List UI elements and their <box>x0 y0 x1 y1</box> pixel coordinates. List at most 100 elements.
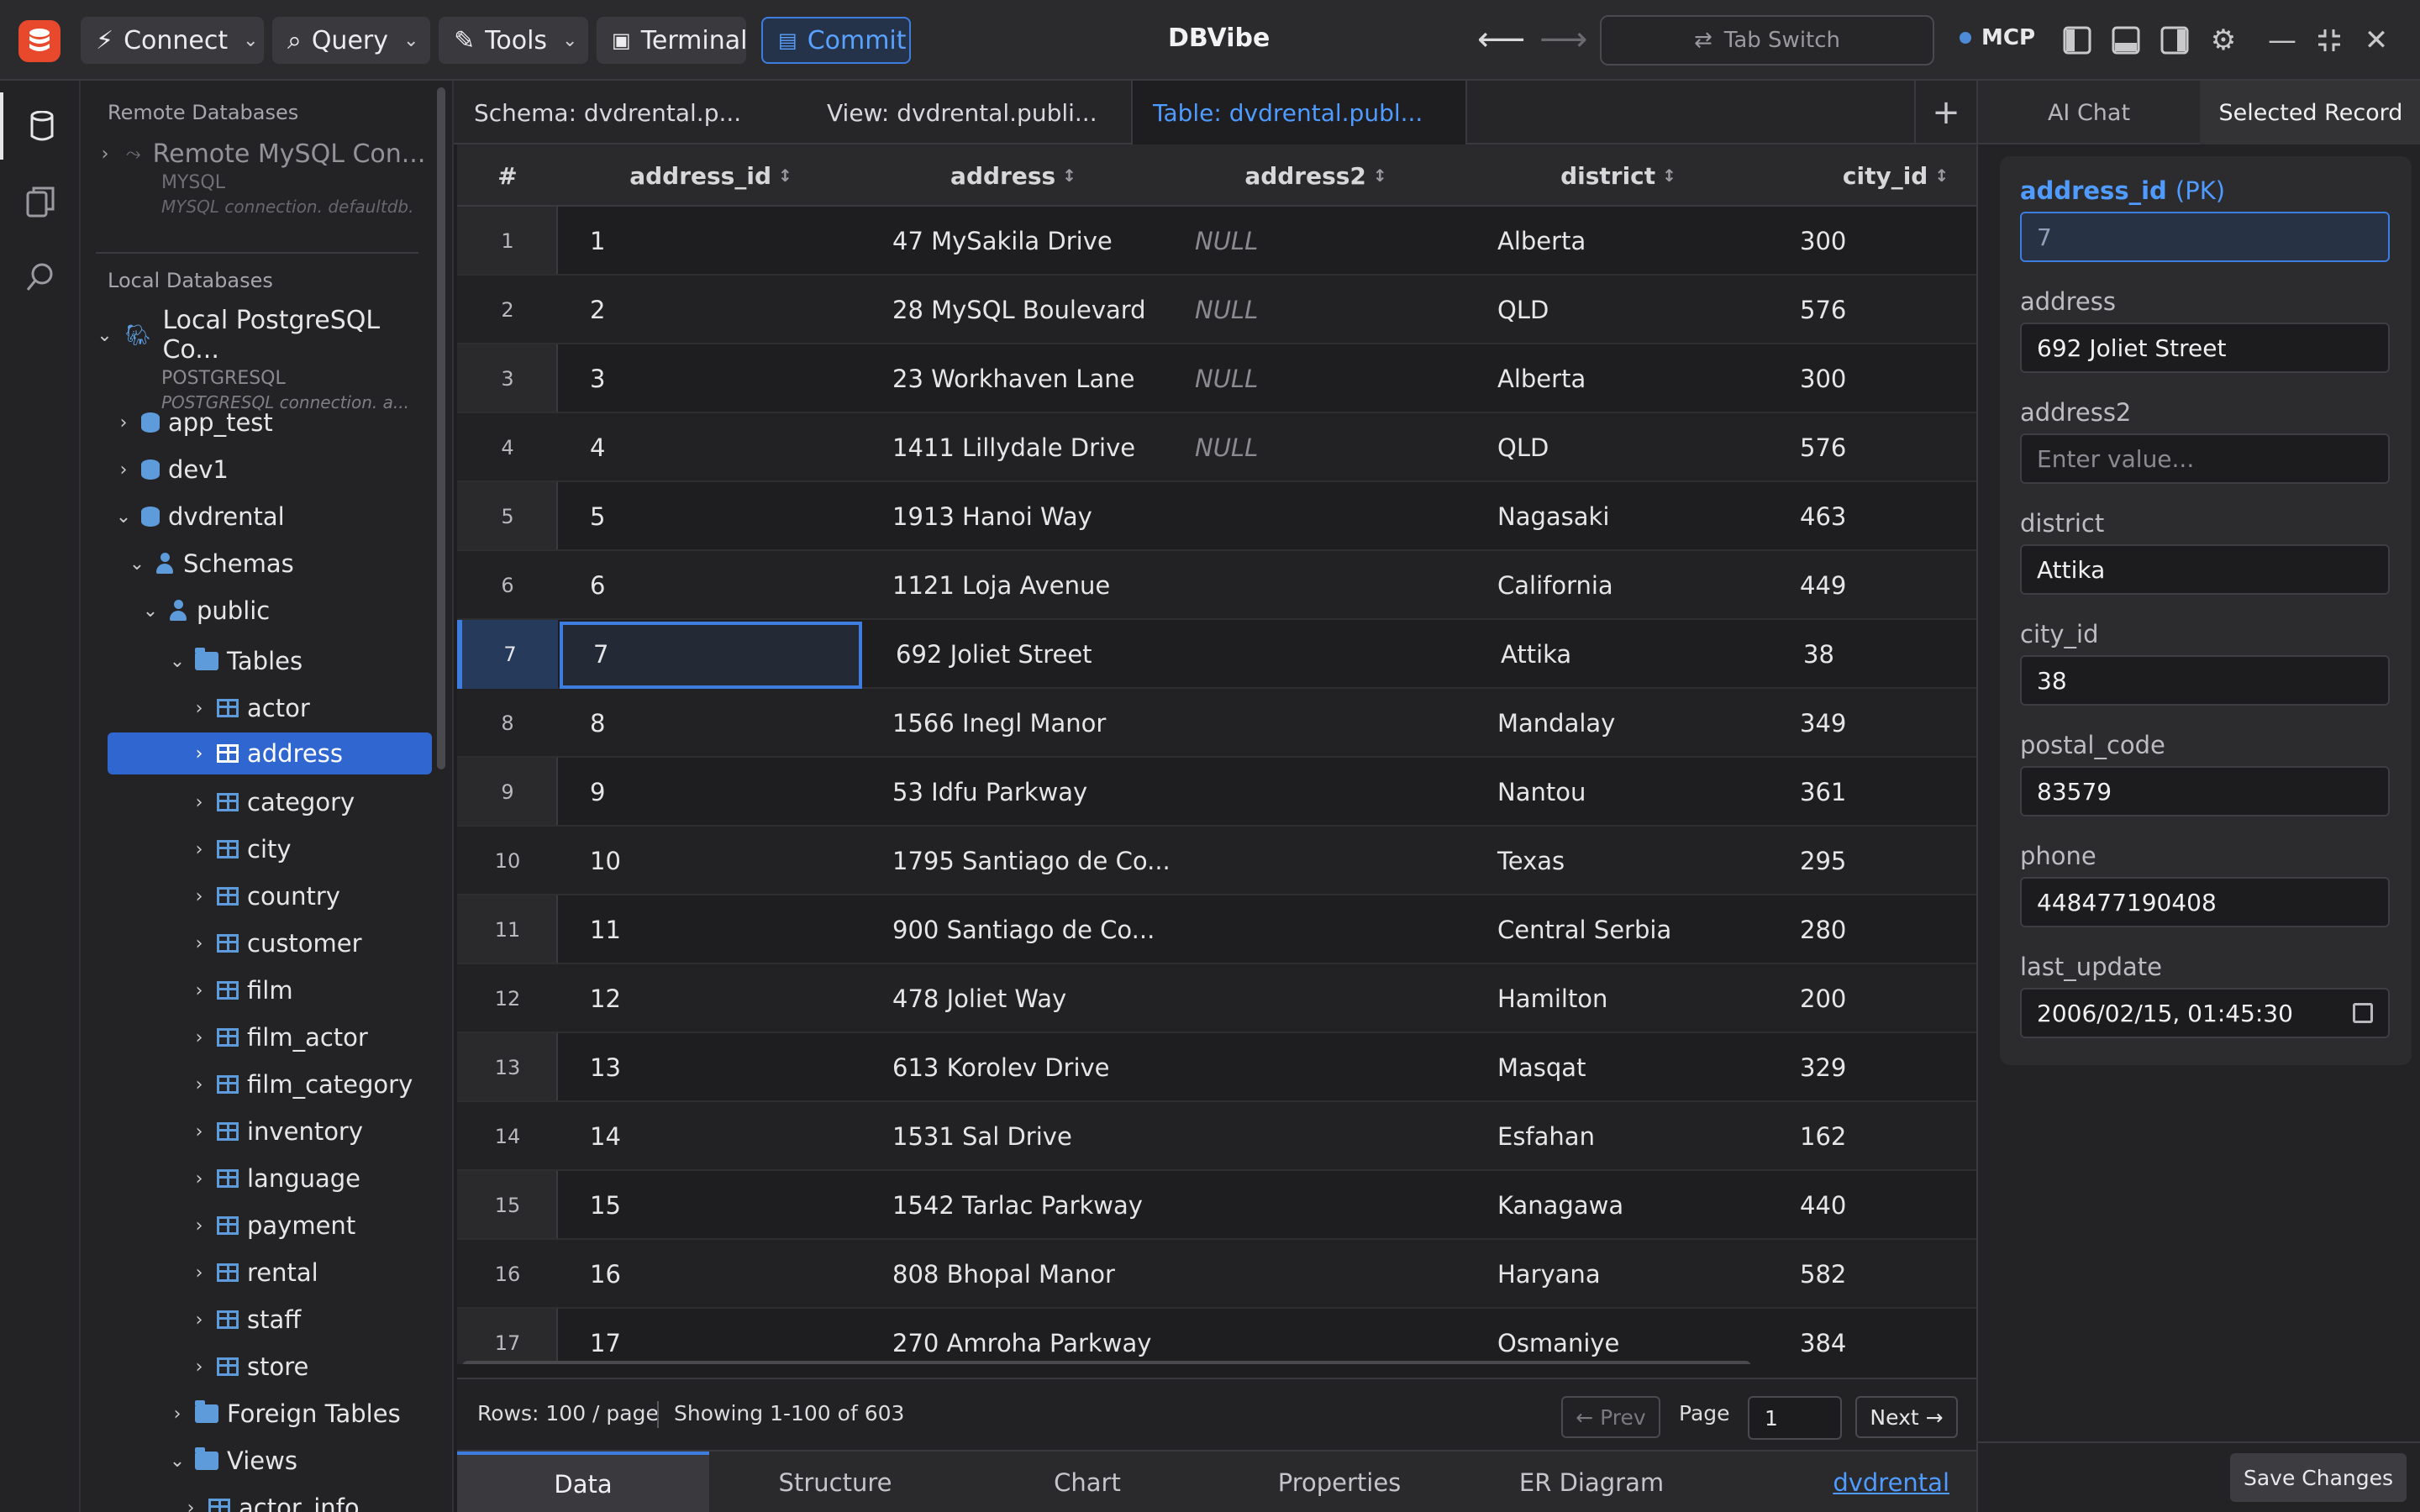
phone-input[interactable]: 448477190408 <box>2020 877 2390 927</box>
row-number[interactable]: 6 <box>457 551 558 620</box>
calendar-icon[interactable] <box>2353 1003 2373 1023</box>
tab-properties[interactable]: Properties <box>1213 1452 1465 1512</box>
commit-button[interactable]: ▤ Commit <box>761 17 911 64</box>
tree-db-dvdrental[interactable]: ⌄ dvdrental <box>114 496 285 538</box>
column-header-district[interactable]: district ↕ <box>1467 144 1770 207</box>
address-id-input[interactable]: 7 <box>2020 212 2390 262</box>
row-number[interactable]: 5 <box>457 482 558 551</box>
table-cell[interactable]: 11 <box>590 895 859 964</box>
table-cell[interactable]: 1913 Hanoi Way <box>892 482 1161 551</box>
tab-er-diagram[interactable]: ER Diagram <box>1465 1452 1718 1512</box>
table-cell[interactable] <box>1195 1309 1464 1364</box>
table-cell[interactable]: 28 MySQL Boulevard <box>892 276 1161 344</box>
table-cell[interactable]: 10 <box>590 827 859 895</box>
tree-table-inventory[interactable]: › inventory <box>190 1110 363 1152</box>
new-tab-plus-icon[interactable]: + <box>1914 81 1976 144</box>
table-cell[interactable] <box>1198 620 1467 689</box>
horizontal-scrollbar[interactable] <box>462 1361 1751 1364</box>
toggle-right-panel-icon[interactable] <box>2158 24 2191 57</box>
connect-menu-button[interactable]: ⚡ Connect ⌄ <box>81 17 264 64</box>
table-cell[interactable]: 270 Amroha Parkway <box>892 1309 1161 1364</box>
table-cell[interactable]: 613 Korolev Drive <box>892 1033 1161 1102</box>
table-cell[interactable]: Attika <box>1501 620 1770 689</box>
table-row[interactable]: 2 2 28 MySQL Boulevard NULL QLD 576 <box>457 276 1976 344</box>
table-cell[interactable]: 576 <box>1800 413 1976 482</box>
tree-table-film[interactable]: › film <box>190 969 293 1011</box>
postal-code-input[interactable]: 83579 <box>2020 766 2390 816</box>
table-cell[interactable] <box>1195 827 1464 895</box>
row-number[interactable]: 17 <box>457 1309 558 1364</box>
table-row[interactable]: 4 4 1411 Lillydale Drive NULL QLD 576 <box>457 413 1976 482</box>
table-cell[interactable]: Alberta <box>1497 344 1766 413</box>
back-arrow-icon[interactable]: ⟵ <box>1477 20 1525 59</box>
table-cell[interactable]: NULL <box>1195 413 1464 482</box>
tree-db-dev1[interactable]: › dev1 <box>114 449 229 491</box>
table-cell[interactable]: 808 Bhopal Manor <box>892 1240 1161 1309</box>
table-cell[interactable]: 4 <box>590 413 859 482</box>
next-page-button[interactable]: Next → <box>1855 1396 1958 1438</box>
table-cell[interactable]: Masqat <box>1497 1033 1766 1102</box>
close-icon[interactable]: ✕ <box>2360 24 2393 57</box>
table-cell[interactable]: 1795 Santiago de Co... <box>892 827 1171 895</box>
table-cell[interactable] <box>1195 895 1464 964</box>
table-cell[interactable]: 1411 Lillydale Drive <box>892 413 1161 482</box>
table-cell[interactable]: NULL <box>1195 207 1464 276</box>
table-row[interactable]: 12 12 478 Joliet Way Hamilton 200 <box>457 964 1976 1033</box>
table-row[interactable]: 10 10 1795 Santiago de Co... Texas 295 <box>457 827 1976 895</box>
table-cell[interactable] <box>1195 551 1464 620</box>
table-cell[interactable] <box>1195 1102 1464 1171</box>
row-number[interactable]: 13 <box>457 1033 558 1102</box>
save-changes-button[interactable]: Save Changes <box>2230 1453 2407 1502</box>
table-row[interactable]: 3 3 23 Workhaven Lane NULL Alberta 300 <box>457 344 1976 413</box>
table-cell[interactable] <box>1195 482 1464 551</box>
table-row[interactable]: 6 6 1121 Loja Avenue California 449 <box>457 551 1976 620</box>
tree-schemas[interactable]: ⌄ Schemas <box>128 543 294 585</box>
table-cell[interactable]: 295 <box>1800 827 1976 895</box>
table-cell[interactable]: Nantou <box>1497 758 1766 827</box>
table-cell[interactable]: 478 Joliet Way <box>892 964 1161 1033</box>
table-cell[interactable]: 47 MySakila Drive <box>892 207 1161 276</box>
table-cell[interactable]: 7 <box>593 620 862 689</box>
tree-table-payment[interactable]: › payment <box>190 1205 356 1247</box>
tree-table-city[interactable]: › city <box>190 828 292 870</box>
table-row[interactable]: 11 11 900 Santiago de Co... Central Serbia 2… <box>457 895 1976 964</box>
table-cell[interactable]: Mandalay <box>1497 689 1766 758</box>
terminal-button[interactable]: ▣ Terminal <box>597 17 747 64</box>
tree-tables-folder[interactable]: ⌄ Tables <box>168 640 302 682</box>
gear-icon[interactable]: ⚙ <box>2207 24 2240 57</box>
table-cell[interactable]: Nagasaki <box>1497 482 1766 551</box>
table-cell[interactable]: Haryana <box>1497 1240 1766 1309</box>
table-cell[interactable]: 280 <box>1800 895 1976 964</box>
table-cell[interactable]: 2 <box>590 276 859 344</box>
table-cell[interactable]: 3 <box>590 344 859 413</box>
table-cell[interactable]: Central Serbia <box>1497 895 1766 964</box>
tab-table-address[interactable]: Table: dvdrental.publ... <box>1131 81 1467 144</box>
table-cell[interactable]: 15 <box>590 1171 859 1240</box>
table-cell[interactable]: Hamilton <box>1497 964 1766 1033</box>
table-row[interactable]: 1 1 47 MySakila Drive NULL Alberta 300 <box>457 207 1976 276</box>
district-input[interactable]: Attika <box>2020 544 2390 595</box>
table-cell[interactable]: Esfahan <box>1497 1102 1766 1171</box>
table-cell[interactable]: 12 <box>590 964 859 1033</box>
table-cell[interactable]: 13 <box>590 1033 859 1102</box>
table-cell[interactable]: 384 <box>1800 1309 1976 1364</box>
table-cell[interactable]: 440 <box>1800 1171 1976 1240</box>
tree-view-actor-info[interactable]: › actor_info <box>182 1487 360 1512</box>
table-cell[interactable] <box>1195 1171 1464 1240</box>
table-cell[interactable]: 16 <box>590 1240 859 1309</box>
row-number[interactable]: 4 <box>457 413 558 482</box>
row-number[interactable]: 11 <box>457 895 558 964</box>
tree-table-film-category[interactable]: › film_category <box>190 1063 413 1105</box>
sidebar-scrollbar[interactable] <box>437 87 445 769</box>
table-row[interactable]: 15 15 1542 Tarlac Parkway Kanagawa 440 <box>457 1171 1976 1240</box>
table-cell[interactable]: NULL <box>1195 344 1464 413</box>
prev-page-button[interactable]: ← Prev <box>1561 1396 1660 1438</box>
table-cell[interactable] <box>1195 689 1464 758</box>
table-row[interactable]: 8 8 1566 Inegl Manor Mandalay 349 <box>457 689 1976 758</box>
local-connection[interactable]: ⌄ 🐘︎ Local PostgreSQL Co... POSTGRESQL P… <box>96 306 432 412</box>
table-row[interactable]: 9 9 53 Idfu Parkway Nantou 361 <box>457 758 1976 827</box>
table-row[interactable]: 17 17 270 Amroha Parkway Osmaniye 384 <box>457 1309 1976 1364</box>
table-cell[interactable] <box>1195 1240 1464 1309</box>
table-cell[interactable]: 9 <box>590 758 859 827</box>
table-cell[interactable]: 576 <box>1800 276 1976 344</box>
